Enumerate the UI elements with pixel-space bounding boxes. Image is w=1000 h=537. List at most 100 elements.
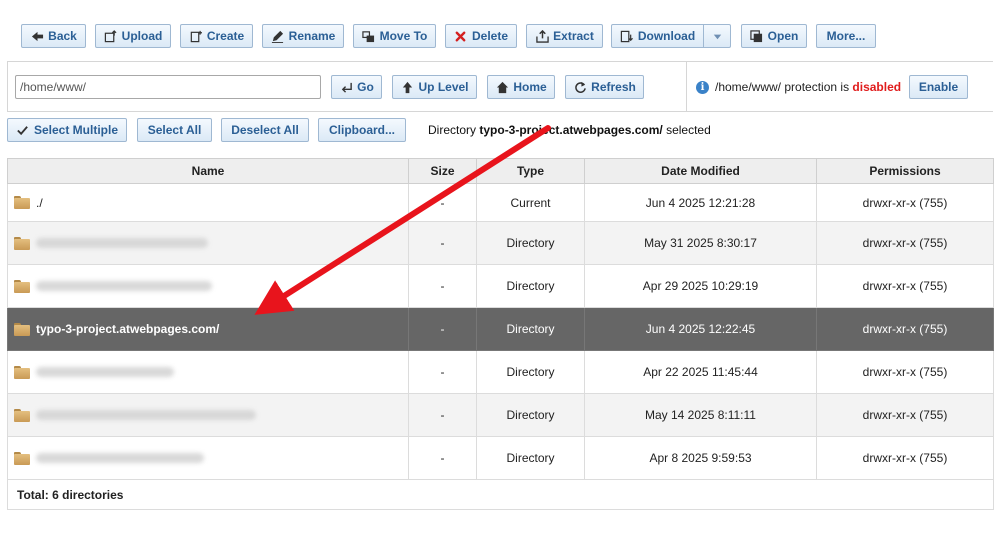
enter-arrow-icon xyxy=(339,80,353,94)
file-date: Apr 22 2025 11:45:44 xyxy=(584,350,817,394)
delete-label: Delete xyxy=(471,29,509,43)
download-button[interactable]: Download xyxy=(611,24,704,48)
arrow-left-icon xyxy=(30,29,44,43)
file-type: Directory xyxy=(476,393,585,437)
file-name[interactable]: typo-3-project.atwebpages.com/ xyxy=(36,322,219,336)
checkmark-icon xyxy=(16,123,30,137)
go-button[interactable]: Go xyxy=(331,75,382,99)
deselect-all-button[interactable]: Deselect All xyxy=(221,118,309,142)
file-permissions: drwxr-xr-x (755) xyxy=(816,264,994,308)
move-to-label: Move To xyxy=(379,29,428,43)
column-header-date-modified[interactable]: Date Modified xyxy=(584,158,817,184)
file-type: Directory xyxy=(476,350,585,394)
nav-divider-left xyxy=(7,61,8,111)
file-name-redacted[interactable] xyxy=(36,453,204,463)
home-button[interactable]: Home xyxy=(487,75,555,99)
file-type: Directory xyxy=(476,264,585,308)
file-date: May 31 2025 8:30:17 xyxy=(584,221,817,265)
file-size: - xyxy=(408,436,477,480)
file-date: Apr 29 2025 10:29:19 xyxy=(584,264,817,308)
refresh-button[interactable]: Refresh xyxy=(565,75,644,99)
path-input[interactable] xyxy=(15,75,321,99)
table-row[interactable]: - Directory Apr 29 2025 10:29:19 drwxr-x… xyxy=(7,264,994,308)
column-header-name[interactable]: Name xyxy=(7,158,409,184)
file-size: - xyxy=(408,350,477,394)
enable-button[interactable]: Enable xyxy=(909,75,968,99)
info-icon: i xyxy=(696,80,709,94)
back-button[interactable]: Back xyxy=(21,24,86,48)
protection-text: protection is xyxy=(784,80,850,94)
extract-button[interactable]: Extract xyxy=(526,24,603,48)
more-button[interactable]: More... xyxy=(816,24,876,48)
table-footer: Total: 6 directories xyxy=(7,479,994,510)
column-header-type[interactable]: Type xyxy=(476,158,585,184)
table-row[interactable]: - Directory Apr 8 2025 9:59:53 drwxr-xr-… xyxy=(7,436,994,480)
file-type: Current xyxy=(476,183,585,222)
column-header-size[interactable]: Size xyxy=(408,158,477,184)
folder-icon xyxy=(14,322,30,336)
delete-button[interactable]: Delete xyxy=(445,24,517,48)
rename-button[interactable]: Rename xyxy=(262,24,344,48)
select-multiple-label: Select Multiple xyxy=(33,123,119,137)
upload-label: Upload xyxy=(121,29,163,43)
clipboard-button[interactable]: Clipboard... xyxy=(318,118,406,142)
file-name[interactable]: ./ xyxy=(36,196,43,210)
file-permissions: drwxr-xr-x (755) xyxy=(816,393,994,437)
protection-status: i /home/www/ protection is disabled xyxy=(696,79,901,95)
file-name-redacted[interactable] xyxy=(36,410,256,420)
selection-message: Directory typo-3-project.atwebpages.com/… xyxy=(428,123,711,137)
move-to-button[interactable]: Move To xyxy=(353,24,436,48)
select-all-button[interactable]: Select All xyxy=(137,118,212,142)
folder-icon xyxy=(14,451,30,465)
download-icon xyxy=(620,29,634,43)
file-size: - xyxy=(408,221,477,265)
extract-icon xyxy=(535,29,549,43)
go-label: Go xyxy=(357,80,374,94)
file-type: Directory xyxy=(476,221,585,265)
total-count: Total: 6 directories xyxy=(7,479,994,510)
refresh-icon xyxy=(573,80,587,94)
table-row[interactable]: - Directory May 31 2025 8:30:17 drwxr-xr… xyxy=(7,221,994,265)
upload-icon xyxy=(104,29,118,43)
move-icon xyxy=(362,29,376,43)
close-x-icon xyxy=(454,29,468,43)
rename-label: Rename xyxy=(288,29,336,43)
folder-icon xyxy=(14,408,30,422)
up-level-label: Up Level xyxy=(418,80,469,94)
download-dropdown-button[interactable] xyxy=(703,24,731,48)
file-name-redacted[interactable] xyxy=(36,238,208,248)
folder-icon xyxy=(14,365,30,379)
enable-label: Enable xyxy=(918,80,959,94)
create-icon xyxy=(189,29,203,43)
file-date: May 14 2025 8:11:11 xyxy=(584,393,817,437)
arrow-up-icon xyxy=(400,80,414,94)
file-type: Directory xyxy=(476,436,585,480)
folder-icon xyxy=(14,236,30,250)
select-multiple-button[interactable]: Select Multiple xyxy=(7,118,127,142)
table-row[interactable]: - Directory May 14 2025 8:11:11 drwxr-xr… xyxy=(7,393,994,437)
table-row[interactable]: ./ - Current Jun 4 2025 12:21:28 drwxr-x… xyxy=(7,183,994,222)
table-row-selected[interactable]: typo-3-project.atwebpages.com/ - Directo… xyxy=(7,307,994,351)
caret-down-icon xyxy=(710,29,724,43)
file-name-redacted[interactable] xyxy=(36,367,174,377)
open-button[interactable]: Open xyxy=(741,24,807,48)
pencil-icon xyxy=(271,29,285,43)
file-table: Name Size Type Date Modified Permissions… xyxy=(7,158,994,510)
file-size: - xyxy=(408,393,477,437)
file-size: - xyxy=(408,264,477,308)
refresh-label: Refresh xyxy=(591,80,636,94)
column-header-permissions[interactable]: Permissions xyxy=(816,158,994,184)
create-button[interactable]: Create xyxy=(180,24,253,48)
file-name-redacted[interactable] xyxy=(36,281,212,291)
file-date: Apr 8 2025 9:59:53 xyxy=(584,436,817,480)
extract-label: Extract xyxy=(553,29,594,43)
up-level-button[interactable]: Up Level xyxy=(392,75,477,99)
toolbar-divider xyxy=(7,61,993,62)
file-permissions: drwxr-xr-x (755) xyxy=(816,221,994,265)
table-row[interactable]: - Directory Apr 22 2025 11:45:44 drwxr-x… xyxy=(7,350,994,394)
home-label: Home xyxy=(513,80,547,94)
select-all-label: Select All xyxy=(147,123,202,137)
folder-icon xyxy=(14,196,30,209)
clipboard-label: Clipboard... xyxy=(329,123,395,137)
upload-button[interactable]: Upload xyxy=(95,24,171,48)
